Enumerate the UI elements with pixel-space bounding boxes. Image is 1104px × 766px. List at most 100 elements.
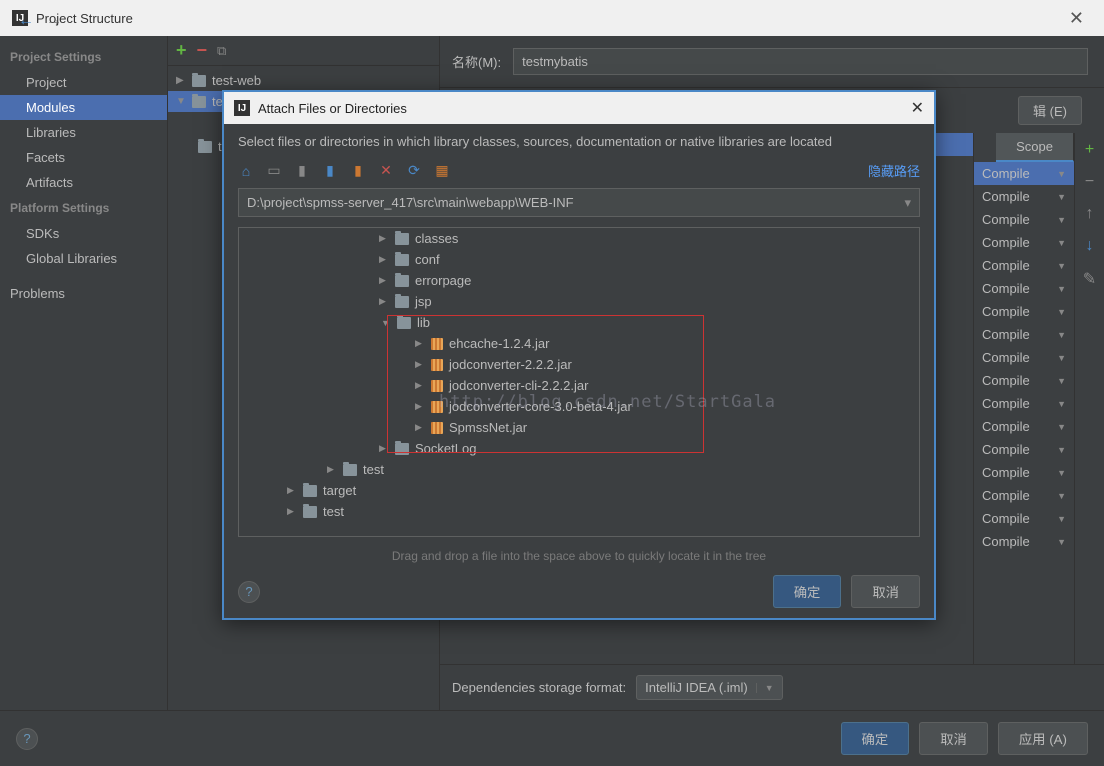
tree-jar-row[interactable]: ▶jodconverter-core-3.0-beta-4.jar (239, 396, 919, 417)
tree-folder-row[interactable]: ▶target (239, 480, 919, 501)
sidebar-item-problems[interactable]: Problems (0, 281, 167, 306)
project-icon[interactable]: ▮ (294, 163, 310, 179)
sidebar-item-libraries[interactable]: Libraries (0, 120, 167, 145)
scope-cell[interactable]: Compile▼ (974, 162, 1074, 185)
tree-folder-row[interactable]: ▶jsp (239, 291, 919, 312)
show-hidden-icon[interactable]: ▦ (434, 163, 450, 179)
help-icon[interactable]: ? (16, 728, 38, 750)
chevron-down-icon[interactable]: ▼ (1057, 330, 1066, 340)
add-module-icon[interactable]: + (176, 40, 187, 61)
chevron-right-icon[interactable]: ▶ (379, 254, 389, 265)
hide-path-link[interactable]: 隐藏路径 (868, 161, 920, 180)
chevron-down-icon[interactable]: ▼ (1057, 514, 1066, 524)
refresh-icon[interactable]: ⟳ (406, 163, 422, 179)
tree-folder-row[interactable]: ▶conf (239, 249, 919, 270)
scope-cell[interactable]: Compile▼ (974, 530, 1074, 553)
sidebar-item-facets[interactable]: Facets (0, 145, 167, 170)
edit-button[interactable]: 辑 (E) (1018, 96, 1082, 125)
tree-jar-row[interactable]: ▶ehcache-1.2.4.jar (239, 333, 919, 354)
home-icon[interactable]: ⌂ (238, 163, 254, 179)
tree-folder-row[interactable]: ▶errorpage (239, 270, 919, 291)
dialog-cancel-button[interactable]: 取消 (851, 575, 920, 608)
move-up-icon[interactable]: ↑ (1086, 205, 1094, 223)
scope-column-header[interactable]: Scope (996, 133, 1074, 162)
chevron-down-icon[interactable]: ▼ (1057, 537, 1066, 547)
storage-format-select[interactable]: IntelliJ IDEA (.iml) ▼ (636, 675, 783, 700)
remove-module-icon[interactable]: − (197, 40, 208, 61)
chevron-down-icon[interactable]: ▼ (1057, 169, 1066, 179)
chevron-right-icon[interactable]: ▶ (287, 485, 297, 496)
chevron-right-icon[interactable]: ▶ (379, 275, 389, 286)
sidebar-item-modules[interactable]: Modules (0, 95, 167, 120)
scope-cell[interactable]: Compile▼ (974, 231, 1074, 254)
ok-button[interactable]: 确定 (841, 722, 910, 755)
scope-cell[interactable]: Compile▼ (974, 507, 1074, 530)
move-down-icon[interactable]: ↓ (1086, 237, 1094, 255)
chevron-down-icon[interactable]: ▼ (381, 318, 391, 328)
scope-cell[interactable]: Compile▼ (974, 277, 1074, 300)
module-row[interactable]: ▶ test-web (168, 70, 439, 91)
chevron-right-icon[interactable]: ▶ (327, 464, 337, 475)
file-tree[interactable]: ▶classes ▶conf ▶errorpage ▶jsp ▼lib ▶ehc… (238, 227, 920, 537)
close-icon[interactable]: ✕ (911, 98, 924, 118)
chevron-right-icon[interactable]: ▶ (415, 338, 425, 349)
chevron-right-icon[interactable]: ▶ (415, 401, 425, 412)
chevron-down-icon[interactable]: ▼ (1057, 238, 1066, 248)
tree-folder-row[interactable]: ▼lib (239, 312, 919, 333)
cancel-button[interactable]: 取消 (919, 722, 988, 755)
tree-folder-row[interactable]: ▶test (239, 459, 919, 480)
sidebar-item-sdks[interactable]: SDKs (0, 221, 167, 246)
close-icon[interactable]: ✕ (1061, 4, 1092, 33)
folder-icon[interactable]: ▮ (322, 163, 338, 179)
chevron-down-icon[interactable]: ▼ (1057, 353, 1066, 363)
tree-folder-row[interactable]: ▶classes (239, 228, 919, 249)
path-input[interactable] (239, 189, 896, 216)
tree-jar-row[interactable]: ▶SpmssNet.jar (239, 417, 919, 438)
chevron-down-icon[interactable]: ▼ (1057, 307, 1066, 317)
new-folder-icon[interactable]: ▮ (350, 163, 366, 179)
path-history-icon[interactable]: ▾ (896, 191, 919, 215)
scope-cell[interactable]: Compile▼ (974, 346, 1074, 369)
scope-cell[interactable]: Compile▼ (974, 185, 1074, 208)
scope-cell[interactable]: Compile▼ (974, 300, 1074, 323)
chevron-right-icon[interactable]: ▶ (287, 506, 297, 517)
help-icon[interactable]: ? (238, 581, 260, 603)
chevron-down-icon[interactable]: ▼ (1057, 376, 1066, 386)
scope-cell[interactable]: Compile▼ (974, 323, 1074, 346)
chevron-down-icon[interactable]: ▼ (1057, 422, 1066, 432)
scope-cell[interactable]: Compile▼ (974, 369, 1074, 392)
add-dep-icon[interactable]: + (1085, 141, 1094, 159)
chevron-right-icon[interactable]: ▶ (176, 75, 186, 86)
chevron-right-icon[interactable]: ▶ (415, 359, 425, 370)
edit-dep-icon[interactable]: ✎ (1083, 269, 1096, 289)
tree-folder-row[interactable]: ▶test (239, 501, 919, 522)
scope-cell[interactable]: Compile▼ (974, 438, 1074, 461)
back-icon[interactable]: ← (18, 12, 34, 30)
chevron-down-icon[interactable]: ▼ (1057, 445, 1066, 455)
chevron-down-icon[interactable]: ▼ (1057, 284, 1066, 294)
scope-cell[interactable]: Compile▼ (974, 254, 1074, 277)
chevron-right-icon[interactable]: ▶ (379, 296, 389, 307)
chevron-down-icon[interactable]: ▼ (1057, 261, 1066, 271)
chevron-down-icon[interactable]: ▼ (176, 96, 186, 107)
desktop-icon[interactable]: ▭ (266, 163, 282, 179)
delete-icon[interactable]: ✕ (378, 163, 394, 179)
chevron-down-icon[interactable]: ▼ (1057, 491, 1066, 501)
scope-cell[interactable]: Compile▼ (974, 208, 1074, 231)
chevron-down-icon[interactable]: ▼ (1057, 468, 1066, 478)
remove-dep-icon[interactable]: − (1085, 173, 1094, 191)
scope-cell[interactable]: Compile▼ (974, 484, 1074, 507)
chevron-right-icon[interactable]: ▶ (415, 422, 425, 433)
chevron-right-icon[interactable]: ▶ (379, 233, 389, 244)
copy-module-icon[interactable]: ⧉ (217, 43, 226, 59)
scope-cell[interactable]: Compile▼ (974, 461, 1074, 484)
chevron-right-icon[interactable]: ▶ (379, 443, 389, 454)
dialog-ok-button[interactable]: 确定 (773, 575, 842, 608)
tree-jar-row[interactable]: ▶jodconverter-cli-2.2.2.jar (239, 375, 919, 396)
chevron-down-icon[interactable]: ▼ (1057, 215, 1066, 225)
apply-button[interactable]: 应用 (A) (998, 722, 1088, 755)
sidebar-item-artifacts[interactable]: Artifacts (0, 170, 167, 195)
sidebar-item-global-libraries[interactable]: Global Libraries (0, 246, 167, 271)
chevron-down-icon[interactable]: ▼ (1057, 399, 1066, 409)
chevron-right-icon[interactable]: ▶ (415, 380, 425, 391)
